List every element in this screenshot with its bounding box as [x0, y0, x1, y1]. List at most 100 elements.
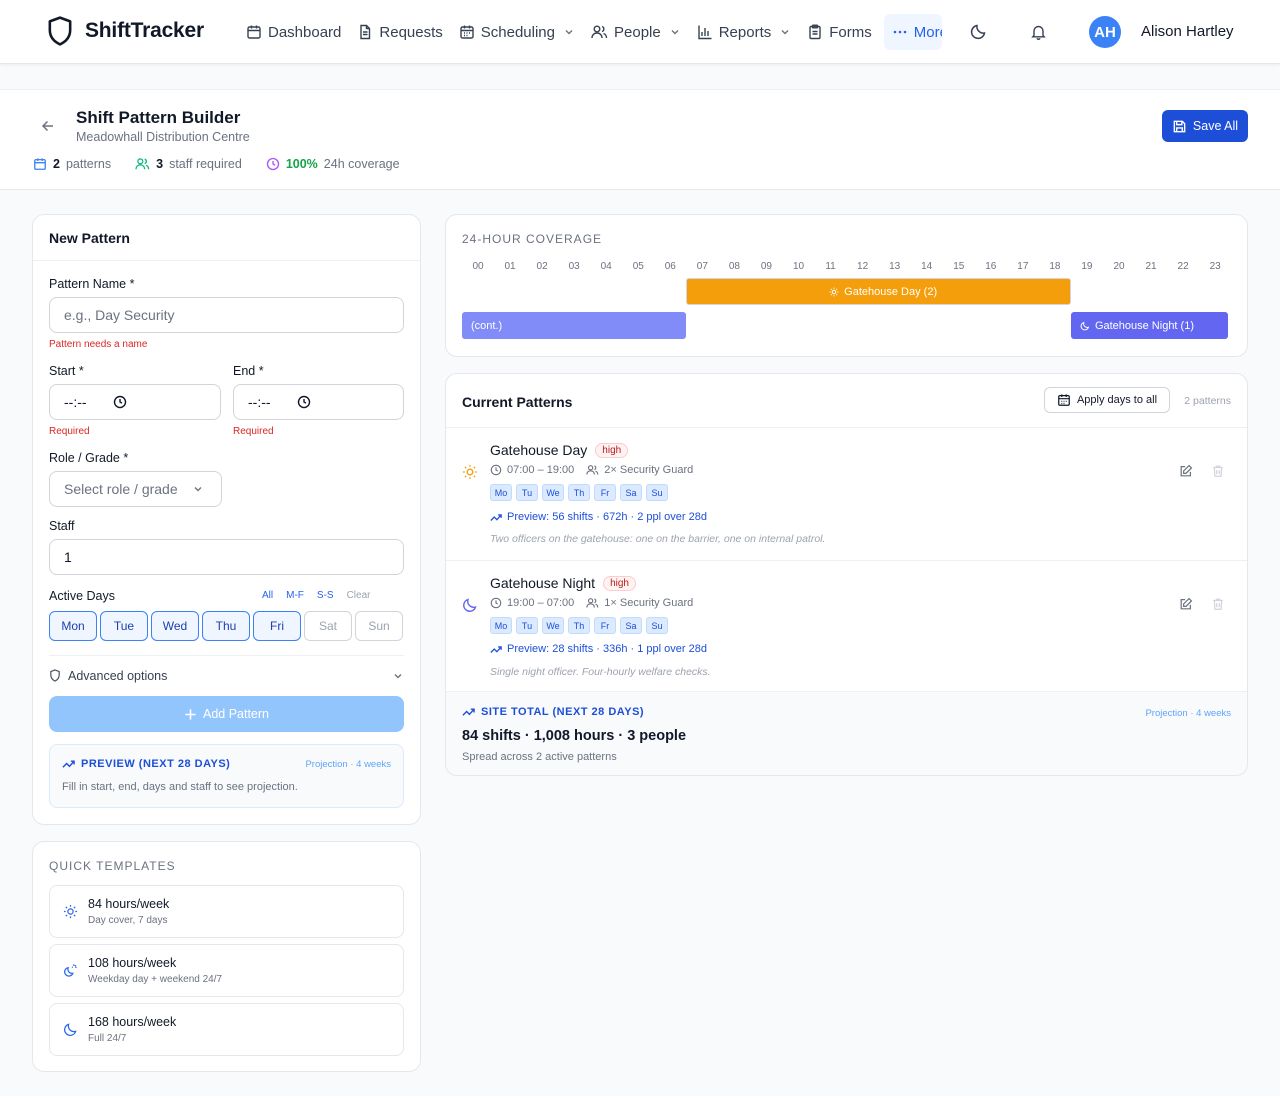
calendar-icon	[33, 157, 47, 171]
day-chip: Th	[568, 484, 590, 501]
pattern-preview: Preview: 28 shifts · 336h · 1 ppl over 2…	[490, 643, 707, 655]
brand[interactable]: ShiftTracker	[47, 16, 204, 46]
hour-tick-label: 17	[1017, 261, 1029, 272]
quick-ss-link[interactable]: S-S	[317, 590, 334, 601]
hour-tick-label: 20	[1113, 261, 1125, 272]
add-pattern-button[interactable]: Add Pattern	[49, 696, 404, 732]
day-chip: Fr	[594, 484, 616, 501]
apply-days-to-all-button[interactable]: Apply days to all	[1044, 387, 1170, 413]
document-icon	[357, 24, 373, 40]
hour-tick-label: 14	[921, 261, 933, 272]
stat-value: 100%	[285, 157, 318, 171]
day-toggle-mon[interactable]: Mon	[49, 611, 97, 641]
template-title: 84 hours/week	[88, 897, 170, 911]
quick-clear-link[interactable]: Clear	[347, 590, 371, 601]
pattern-name-text: Gatehouse Night	[490, 575, 596, 591]
edit-pattern-icon[interactable]	[1179, 464, 1193, 478]
coverage-bar-label: (cont.)	[471, 319, 503, 332]
nav-dashboard[interactable]: Dashboard	[238, 14, 349, 50]
edit-pattern-icon[interactable]	[1179, 597, 1193, 611]
delete-pattern-icon[interactable]	[1211, 464, 1225, 478]
nav-reports[interactable]: Reports	[689, 14, 800, 50]
pattern-name-label: Pattern Name *	[49, 277, 135, 291]
quick-day-selectors: All M-F S-S Clear	[262, 590, 370, 601]
day-toggle-wed[interactable]: Wed	[151, 611, 199, 641]
day-chip: We	[542, 617, 564, 634]
chevron-down-icon	[392, 670, 404, 682]
save-all-button[interactable]: Save All	[1162, 110, 1248, 142]
site-total-summary: 84 shifts · 1,008 hours · 3 people	[462, 728, 687, 744]
day-toggle-thu[interactable]: Thu	[202, 611, 250, 641]
day-toggle-tue[interactable]: Tue	[100, 611, 148, 641]
template-item[interactable]: 108 hours/week Weekday day + weekend 24/…	[49, 944, 404, 997]
chevron-down-icon	[779, 26, 791, 38]
clock-icon	[490, 464, 502, 476]
pattern-name-input[interactable]: e.g., Day Security	[49, 297, 404, 333]
hour-tick-label: 13	[889, 261, 901, 272]
template-subtitle: Weekday day + weekend 24/7	[88, 974, 223, 985]
quick-mf-link[interactable]: M-F	[286, 590, 304, 601]
pattern-meta: 07:00 – 19:00 2× Security Guard	[490, 464, 693, 476]
theme-toggle-moon-icon[interactable]	[970, 22, 988, 40]
priority-badge: high	[603, 575, 636, 591]
nav-requests[interactable]: Requests	[349, 14, 450, 50]
hour-tick-label: 23	[1209, 261, 1221, 272]
save-icon	[1172, 119, 1187, 134]
coverage-bar-night[interactable]: Gatehouse Night (1)	[1070, 312, 1229, 339]
stat-label: patterns	[65, 157, 112, 171]
day-toggle-sun[interactable]: Sun	[355, 611, 403, 641]
delete-pattern-icon[interactable]	[1211, 597, 1225, 611]
hour-tick-label: 02	[536, 261, 548, 272]
hour-tick-label: 21	[1145, 261, 1157, 272]
pattern-name-text: Gatehouse Day	[490, 442, 588, 458]
quick-all-link[interactable]: All	[262, 590, 273, 601]
day-chip: Fr	[594, 617, 616, 634]
role-select[interactable]: Select role / grade	[49, 471, 222, 507]
site-total-subtext: Spread across 2 active patterns	[462, 751, 617, 763]
template-item[interactable]: 168 hours/week Full 24/7	[49, 1003, 404, 1056]
trend-up-icon	[62, 759, 75, 769]
end-error: Required	[233, 426, 274, 437]
coverage-bar-day[interactable]: Gatehouse Day (2)	[686, 278, 1071, 305]
template-subtitle: Full 24/7	[88, 1033, 127, 1044]
end-time-input[interactable]: --:--	[233, 384, 404, 420]
nav-forms[interactable]: Forms	[799, 14, 880, 50]
back-arrow-icon[interactable]	[40, 118, 56, 134]
apply-days-label: Apply days to all	[1076, 394, 1158, 406]
chevron-down-icon	[669, 26, 681, 38]
site-total-panel: SITE TOTAL (NEXT 28 DAYS) Projection · 4…	[446, 691, 1247, 775]
day-toggle-fri[interactable]: Fri	[253, 611, 301, 641]
pattern-staff: 1× Security Guard	[604, 597, 694, 609]
nav-label: Forms	[829, 23, 872, 41]
hour-tick-label: 19	[1081, 261, 1093, 272]
user-name[interactable]: Alison Hartley	[1141, 23, 1234, 40]
day-toggle-row: Mon Tue Wed Thu Fri Sat Sun	[49, 611, 403, 641]
moon-icon	[63, 1022, 78, 1037]
advanced-options-toggle[interactable]: Advanced options	[49, 655, 404, 695]
day-chip: We	[542, 484, 564, 501]
shield-icon	[49, 669, 61, 682]
nav-more[interactable]: More	[883, 14, 942, 50]
start-time-input[interactable]: --:--	[49, 384, 221, 420]
coverage-bar-cont[interactable]: (cont.)	[462, 312, 687, 339]
user-avatar[interactable]: AH	[1089, 16, 1121, 48]
staff-input[interactable]: 1	[49, 539, 404, 575]
main-nav: Dashboard Requests Scheduling People Rep…	[238, 14, 942, 50]
preview-projection: Projection · 4 weeks	[305, 759, 391, 770]
notifications-bell-icon[interactable]	[1031, 24, 1046, 40]
day-chip: Su	[646, 484, 668, 501]
pattern-preview: Preview: 56 shifts · 672h · 2 ppl over 2…	[490, 511, 707, 523]
new-pattern-card: New Pattern Pattern Name * e.g., Day Sec…	[32, 214, 421, 825]
pattern-day-chips: Mo Tu We Th Fr Sa Su	[490, 617, 668, 634]
users-icon	[586, 597, 599, 609]
clock-icon[interactable]	[297, 395, 311, 409]
template-item[interactable]: 84 hours/week Day cover, 7 days	[49, 885, 404, 938]
trend-up-icon	[490, 645, 502, 654]
stat-value: 2	[53, 157, 60, 171]
pattern-day-chips: Mo Tu We Th Fr Sa Su	[490, 484, 668, 501]
clock-icon[interactable]	[113, 395, 127, 409]
nav-people[interactable]: People	[583, 14, 689, 50]
nav-scheduling[interactable]: Scheduling	[451, 14, 583, 50]
hour-tick-label: 08	[728, 261, 740, 272]
day-toggle-sat[interactable]: Sat	[304, 611, 352, 641]
